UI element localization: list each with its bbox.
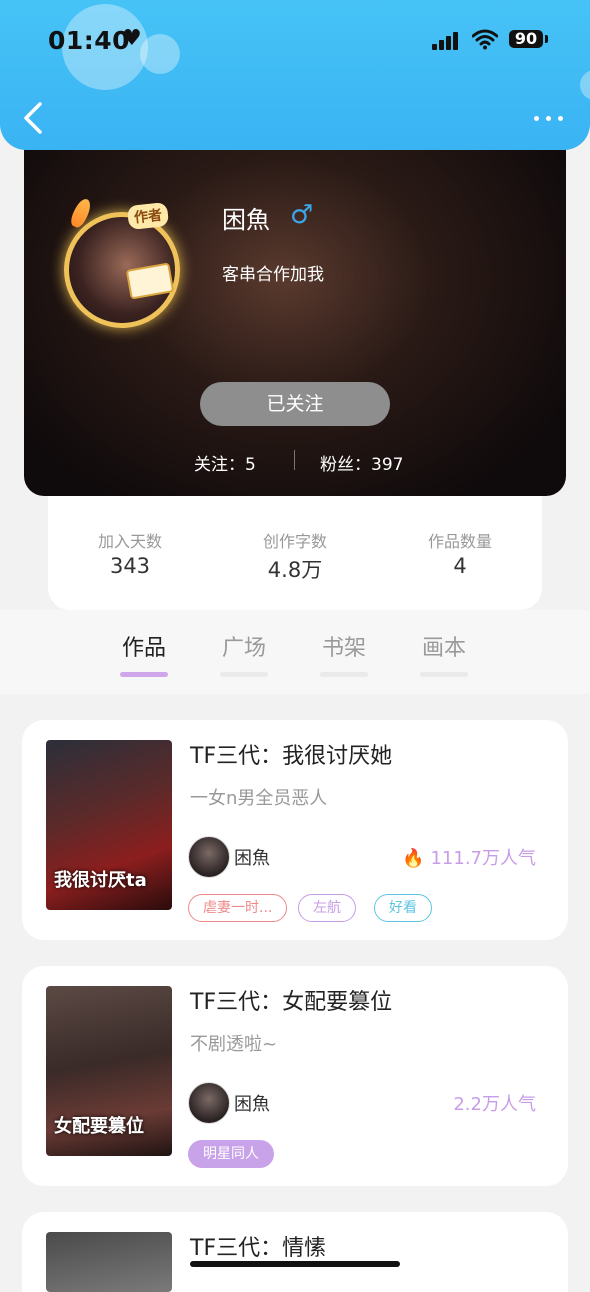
book-card[interactable]: TF三代：情愫 — [22, 1212, 568, 1292]
more-options-button[interactable] — [532, 110, 566, 126]
book-tag[interactable]: 虐妻一时... — [188, 894, 288, 922]
popularity-value: 111.7万人气 — [430, 848, 536, 869]
flame-icon: 🔥 — [402, 848, 425, 869]
book-description: 不剧透啦~ — [190, 1034, 278, 1055]
tab-label: 书架 — [321, 636, 366, 661]
book-popularity: 🔥 111.7万人气 — [402, 844, 536, 870]
heart-icon: ♥ — [122, 26, 142, 51]
book-title[interactable]: TF三代：情愫 — [190, 1230, 326, 1262]
author-avatar — [188, 1082, 230, 1124]
back-button[interactable] — [20, 100, 46, 136]
author-stats-card: 加入天数 343 创作字数 4.8万 作品数量 4 — [48, 480, 542, 610]
tab-label: 画本 — [421, 636, 466, 661]
tab-indicator — [420, 672, 468, 677]
stat-value: 343 — [109, 554, 151, 578]
content-tabs: 作品 广场 书架 画本 — [0, 610, 590, 694]
book-tag[interactable]: 明星同人 — [188, 1140, 274, 1168]
male-gender-icon: ♂ — [290, 200, 314, 230]
stat-join-days: 加入天数 343 — [60, 528, 200, 578]
book-cover[interactable]: 女配要篡位 — [46, 986, 172, 1156]
wifi-icon — [472, 29, 498, 50]
book-popularity: 2.2万人气 — [453, 1094, 536, 1115]
book-cover[interactable]: 我很讨厌ta — [46, 740, 172, 910]
book-card[interactable]: 女配要篡位 TF三代：女配要篡位 不剧透啦~ 困魚 2.2万人气 明星同人 — [22, 966, 568, 1186]
follow-button[interactable]: 已关注 — [200, 382, 390, 426]
profile-bio: 客串合作加我 — [222, 265, 324, 285]
decor-bubble — [580, 70, 590, 100]
stat-works-count: 作品数量 4 — [390, 528, 530, 578]
profile-card: 作者 困魚 ♂ 客串合作加我 已关注 关注：5 粉丝：397 — [24, 120, 566, 496]
battery-tip — [545, 35, 548, 43]
book-title[interactable]: TF三代：女配要篡位 — [190, 984, 392, 1016]
stat-word-count: 创作字数 4.8万 — [225, 528, 365, 584]
book-author: 困魚 — [234, 1094, 270, 1115]
following-count[interactable]: 关注：5 — [194, 450, 256, 475]
battery-icon: 90 — [509, 30, 543, 48]
book-tag[interactable]: 左航 — [298, 894, 356, 922]
author-badge: 作者 — [126, 201, 170, 231]
tab-bookshelf[interactable]: 书架 — [314, 630, 374, 677]
book-cover[interactable] — [46, 1232, 172, 1292]
stat-value: 4.8万 — [267, 558, 323, 582]
signal-icon — [432, 32, 460, 50]
tab-picture-book[interactable]: 画本 — [414, 630, 474, 677]
book-description: 一女n男全员恶人 — [190, 788, 328, 809]
author-avatar — [188, 836, 230, 878]
profile-name: 困魚 — [222, 206, 270, 234]
stat-value: 4 — [453, 554, 467, 578]
book-author: 困魚 — [234, 848, 270, 869]
stat-label: 加入天数 — [97, 532, 162, 551]
stat-label: 创作字数 — [262, 532, 327, 551]
header-bar: 01:40 ♥ 90 — [0, 0, 590, 150]
home-indicator — [190, 1261, 400, 1267]
cover-title: 我很讨厌ta — [54, 870, 147, 891]
stat-label: 作品数量 — [427, 532, 492, 551]
decor-bubble — [140, 34, 180, 74]
tab-works[interactable]: 作品 — [114, 630, 174, 677]
tab-indicator — [220, 672, 268, 677]
cover-title: 女配要篡位 — [54, 1116, 144, 1137]
book-card[interactable]: 我很讨厌ta TF三代：我很讨厌她 一女n男全员恶人 困魚 🔥 111.7万人气… — [22, 720, 568, 940]
tab-indicator — [320, 672, 368, 677]
tab-label: 作品 — [121, 636, 166, 661]
fans-count[interactable]: 粉丝：397 — [320, 450, 403, 475]
tab-indicator — [120, 672, 168, 677]
stats-divider — [294, 450, 295, 470]
tab-plaza[interactable]: 广场 — [214, 630, 274, 677]
book-tag[interactable]: 好看 — [374, 894, 432, 922]
status-time: 01:40 — [48, 26, 131, 55]
book-title[interactable]: TF三代：我很讨厌她 — [190, 738, 392, 770]
tab-label: 广场 — [221, 636, 266, 661]
